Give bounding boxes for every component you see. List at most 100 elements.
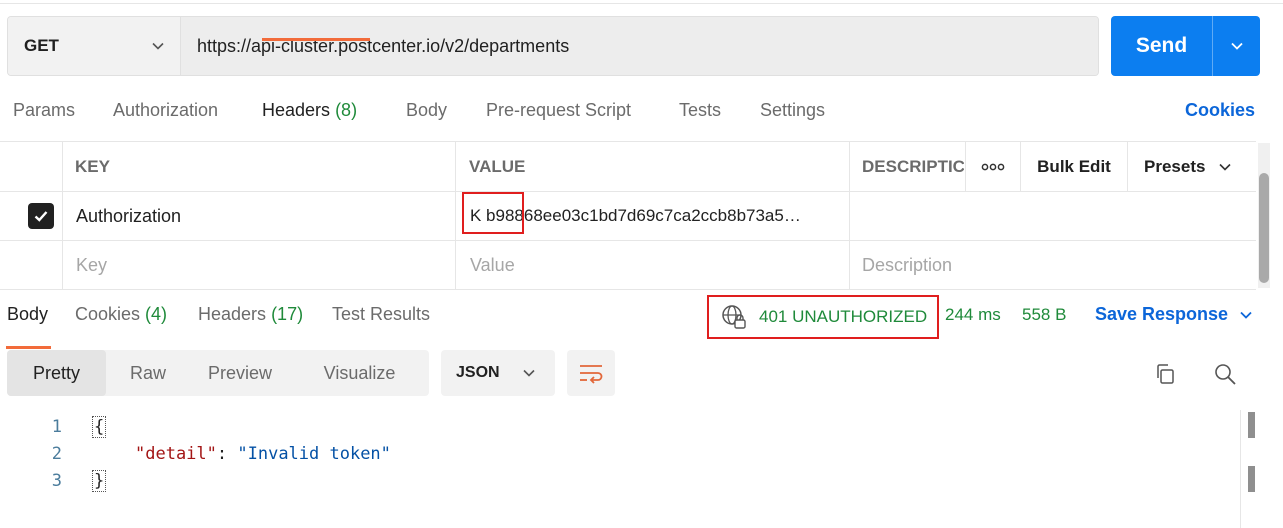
globe-lock-icon[interactable]	[721, 304, 747, 330]
chevron-down-icon	[1230, 42, 1243, 50]
header-description-cell[interactable]	[862, 192, 1242, 240]
json-key: "detail"	[135, 444, 217, 464]
tab-label: Authorization	[113, 100, 219, 120]
more-options-button[interactable]	[966, 142, 1020, 191]
code-scrollbar-thumb[interactable]	[1248, 466, 1255, 492]
bulk-edit-button[interactable]: Bulk Edit	[1021, 142, 1127, 191]
search-button[interactable]	[1211, 360, 1239, 388]
chevron-down-icon	[523, 369, 535, 377]
method-label: GET	[24, 36, 59, 55]
tab-count: (17)	[271, 304, 304, 324]
close-brace: }	[92, 470, 107, 492]
tab-label: Tests	[679, 100, 722, 120]
url-input[interactable]: https://api-cluster.postcenter.io/v2/dep…	[181, 17, 1098, 75]
chevron-down-icon	[152, 42, 164, 50]
new-value-input[interactable]: Value	[470, 241, 515, 289]
tab-params[interactable]: Params	[13, 100, 75, 121]
method-select[interactable]: GET	[8, 17, 181, 75]
chevron-down-icon	[1219, 163, 1232, 171]
tab-label: Cookies	[75, 304, 141, 324]
tab-label: Headers	[262, 100, 331, 120]
wrap-lines-button[interactable]	[567, 350, 615, 396]
tab-headers[interactable]: Headers (8)	[262, 100, 357, 121]
header-value-cell[interactable]: K b98868ee03c1bd7d69c7ca2ccb8b73a5…	[470, 192, 846, 240]
code-scrollbar-track	[1240, 410, 1241, 528]
mode-preview[interactable]: Preview	[190, 350, 290, 396]
send-button[interactable]: Send	[1111, 16, 1212, 76]
format-label: JSON	[456, 364, 500, 381]
tab-authorization[interactable]: Authorization	[113, 100, 218, 121]
headers-scrollbar[interactable]	[1258, 143, 1270, 288]
status-highlight-box: 401 UNAUTHORIZED	[707, 295, 939, 339]
tab-count: (4)	[145, 304, 168, 324]
url-text: https://api-cluster.postcenter.io/v2/dep…	[197, 35, 570, 56]
request-bar: GET https://api-cluster.postcenter.io/v2…	[7, 16, 1099, 76]
search-icon	[1215, 364, 1236, 385]
tab-label: Body	[406, 100, 448, 120]
headers-table: KEY VALUE DESCRIPTIC Bulk Edit Presets A…	[0, 141, 1256, 290]
send-button-group: Send	[1111, 16, 1260, 76]
response-size[interactable]: 558 B	[1022, 305, 1066, 325]
mode-visualize[interactable]: Visualize	[290, 350, 429, 396]
code-line-1: {	[92, 416, 107, 438]
mode-pretty[interactable]: Pretty	[7, 350, 106, 396]
tab-pre-request-script[interactable]: Pre-request Script	[486, 100, 631, 121]
presets-dropdown[interactable]: Presets	[1144, 142, 1233, 191]
tab-body[interactable]: Body	[406, 100, 447, 121]
chevron-down-icon	[1240, 311, 1252, 319]
token-highlight-box	[462, 192, 524, 234]
new-description-input[interactable]: Description	[862, 241, 952, 289]
line-number: 2	[51, 444, 62, 464]
table-row: Key Value Description	[0, 241, 1256, 290]
response-body-code[interactable]: 1 2 3 { "detail": "Invalid token" }	[0, 410, 1240, 528]
table-row: Authorization K b98868ee03c1bd7d69c7ca2c…	[0, 192, 1256, 241]
header-key-cell[interactable]: Authorization	[76, 192, 181, 240]
copy-icon	[1157, 364, 1174, 384]
json-colon: :	[216, 444, 238, 464]
response-tab-cookies[interactable]: Cookies (4)	[75, 304, 167, 325]
response-tab-test-results[interactable]: Test Results	[332, 304, 430, 325]
response-tab-body[interactable]: Body	[7, 304, 48, 325]
column-header-value: VALUE	[469, 156, 526, 176]
new-key-input[interactable]: Key	[76, 241, 107, 289]
tab-tests[interactable]: Tests	[679, 100, 721, 121]
json-value: "Invalid token"	[237, 444, 391, 464]
wrap-lines-icon	[580, 365, 603, 384]
active-response-tab-indicator	[6, 346, 51, 349]
tab-settings[interactable]: Settings	[760, 100, 825, 121]
column-header-key: KEY	[75, 156, 110, 176]
tab-label: Headers	[198, 304, 267, 324]
code-scrollbar-thumb[interactable]	[1248, 412, 1255, 438]
status-code[interactable]: 401 UNAUTHORIZED	[759, 307, 927, 327]
presets-label: Presets	[1144, 156, 1206, 176]
response-time[interactable]: 244 ms	[945, 305, 1001, 325]
response-tab-headers[interactable]: Headers (17)	[198, 304, 303, 325]
code-line-2: "detail": "Invalid token"	[135, 444, 391, 464]
tab-count: (8)	[335, 100, 358, 120]
tab-label: Settings	[760, 100, 826, 120]
tab-label: Test Results	[332, 304, 431, 324]
format-select[interactable]: JSON	[441, 350, 555, 396]
checkmark-icon	[28, 203, 54, 229]
save-response-button[interactable]: Save Response	[1095, 304, 1254, 325]
body-view-modes: Pretty Raw Preview Visualize	[7, 350, 429, 396]
scrollbar-thumb[interactable]	[1259, 173, 1269, 283]
open-brace: {	[92, 416, 107, 438]
mode-raw[interactable]: Raw	[106, 350, 190, 396]
table-header-row: KEY VALUE DESCRIPTIC Bulk Edit Presets	[0, 142, 1256, 192]
top-divider	[0, 0, 1283, 4]
active-tab-indicator	[262, 38, 370, 41]
row-checkbox[interactable]	[28, 192, 54, 240]
code-line-3: }	[92, 470, 107, 492]
send-options-button[interactable]	[1213, 16, 1260, 76]
cookies-link[interactable]: Cookies	[1185, 100, 1255, 121]
line-number: 1	[51, 417, 62, 437]
response-tabs: Body Cookies (4) Headers (17) Test Resul…	[0, 290, 1283, 340]
more-horizontal-icon	[981, 163, 1005, 170]
tab-label: Params	[13, 100, 76, 120]
column-header-description: DESCRIPTIC	[862, 156, 964, 176]
line-number: 3	[51, 471, 62, 491]
copy-button[interactable]	[1151, 360, 1179, 388]
tab-label: Pre-request Script	[486, 100, 632, 120]
save-response-label: Save Response	[1095, 304, 1229, 324]
